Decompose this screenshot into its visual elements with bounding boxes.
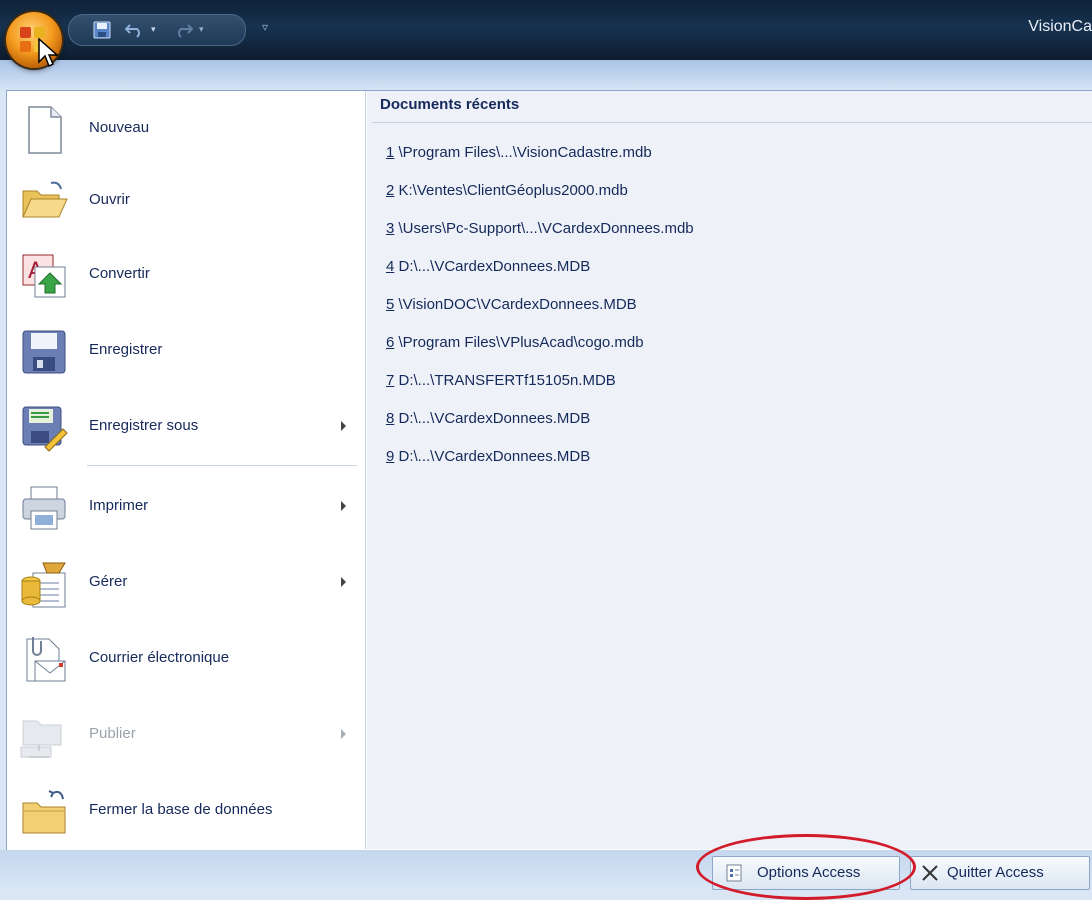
menu-item-label: Ouvrir <box>89 191 130 208</box>
menu-item-gerer[interactable]: Gérer <box>7 549 365 617</box>
submenu-arrow-icon <box>341 421 346 431</box>
new-document-icon <box>28 106 62 154</box>
menu-item-label: Publier <box>89 725 136 742</box>
email-icon <box>26 637 66 682</box>
quick-access-toolbar: ▾ ▾ <box>68 14 246 46</box>
menu-item-ouvrir[interactable]: Ouvrir <box>7 167 365 235</box>
open-folder-icon <box>22 181 68 218</box>
redo-icon[interactable] <box>173 21 193 39</box>
redo-dropdown-icon[interactable]: ▾ <box>199 20 204 40</box>
menu-item-enregistrer-sous[interactable]: Enregistrer sous <box>7 393 365 461</box>
menu-item-label: Convertir <box>89 265 150 282</box>
submenu-arrow-icon <box>341 501 346 511</box>
menu-item-fermer-base[interactable]: Fermer la base de données <box>7 777 365 845</box>
recent-document-item[interactable]: 5 \VisionDOC\VCardexDonnees.MDB <box>386 296 637 313</box>
menu-item-label: Enregistrer sous <box>89 417 199 434</box>
menu-item-label: Enregistrer <box>89 341 163 358</box>
recent-documents-panel <box>367 91 1092 849</box>
publish-server-icon <box>20 720 62 758</box>
recent-document-item[interactable]: 3 \Users\Pc-Support\...\VCardexDonnees.m… <box>386 220 694 237</box>
menu-commands: Nouveau Ouvrir A Convertir <box>7 91 366 849</box>
menu-item-convertir[interactable]: A Convertir <box>7 241 365 309</box>
undo-dropdown-icon[interactable]: ▾ <box>151 20 156 40</box>
menu-item-label: Nouveau <box>89 119 150 136</box>
menu-item-nouveau[interactable]: Nouveau <box>7 95 365 163</box>
menu-item-label: Courrier électronique <box>89 649 230 666</box>
customize-qat-icon[interactable]: ▿ <box>262 20 272 34</box>
recent-document-item[interactable]: 4 D:\...\VCardexDonnees.MDB <box>386 258 590 275</box>
red-highlight-annotation <box>696 834 916 900</box>
convert-database-icon: A <box>22 254 66 298</box>
office-menu: Nouveau Ouvrir A Convertir <box>6 90 1092 852</box>
menu-item-label: Fermer la base de données <box>89 801 273 818</box>
recent-document-item[interactable]: 7 D:\...\TRANSFERTf15105n.MDB <box>386 372 616 389</box>
ribbon-strip <box>0 60 1092 90</box>
manage-database-icon <box>21 562 66 608</box>
close-x-icon <box>922 865 938 881</box>
menu-item-label: Gérer <box>89 573 128 590</box>
window-title: VisionCa <box>1028 18 1092 35</box>
submenu-arrow-icon <box>341 577 346 587</box>
submenu-arrow-icon <box>341 729 346 739</box>
save-icon[interactable] <box>93 21 111 39</box>
recent-document-item[interactable]: 8 D:\...\VCardexDonnees.MDB <box>386 410 590 427</box>
mouse-cursor-icon <box>38 38 59 68</box>
recent-divider <box>372 122 1092 123</box>
menu-item-courrier-electronique[interactable]: Courrier électronique <box>7 625 365 693</box>
recent-document-item[interactable]: 6 \Program Files\VPlusAcad\cogo.mdb <box>386 334 644 351</box>
menu-item-enregistrer[interactable]: Enregistrer <box>7 317 365 385</box>
menu-item-label: Imprimer <box>89 497 149 514</box>
quit-access-button[interactable]: Quitter Access <box>910 856 1090 890</box>
undo-icon[interactable] <box>125 21 145 39</box>
menu-divider <box>87 465 357 466</box>
close-database-folder-icon <box>22 790 66 834</box>
printer-icon <box>22 486 66 530</box>
quit-access-label: Quitter Access <box>947 864 1044 881</box>
recent-documents-title: Documents récents <box>380 96 520 113</box>
recent-document-item[interactable]: 9 D:\...\VCardexDonnees.MDB <box>386 448 590 465</box>
menu-item-imprimer[interactable]: Imprimer <box>7 473 365 541</box>
save-disk-icon <box>22 330 66 374</box>
recent-document-item[interactable]: 1 \Program Files\...\VisionCadastre.mdb <box>386 144 652 161</box>
menu-item-publier[interactable]: Publier <box>7 701 365 769</box>
recent-document-item[interactable]: 2 K:\Ventes\ClientGéoplus2000.mdb <box>386 182 628 199</box>
save-as-icon <box>22 406 68 452</box>
